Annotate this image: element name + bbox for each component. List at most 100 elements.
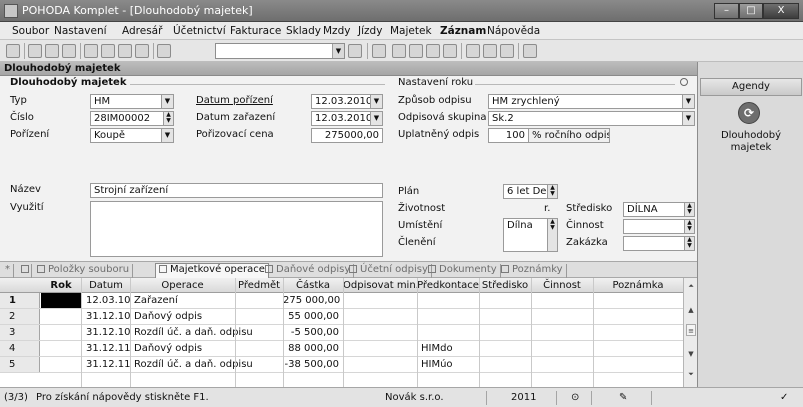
cell-datum[interactable]: 31.12.10: [86, 311, 131, 322]
chevron-down-icon[interactable]: ▼: [161, 95, 173, 108]
spinner-icon[interactable]: ▲ ▼: [163, 112, 173, 125]
printer-icon[interactable]: [28, 44, 42, 58]
asset-agenda-icon[interactable]: ⟳: [738, 102, 760, 124]
cell-datum[interactable]: 31.12.11: [86, 359, 131, 370]
tab-polozky-souboru[interactable]: Položky souboru: [34, 264, 134, 278]
settings-icon[interactable]: [680, 78, 688, 86]
agendy-title[interactable]: Agendy: [700, 78, 802, 96]
selected-cell[interactable]: [41, 293, 81, 308]
row-number[interactable]: 5: [0, 357, 40, 372]
chevron-down-icon[interactable]: ▼: [161, 129, 173, 142]
pen-icon[interactable]: ✎: [619, 392, 627, 403]
maximize-button[interactable]: □: [739, 3, 763, 19]
help-icon[interactable]: [523, 44, 537, 58]
menu-nastaveni[interactable]: Nastavení: [54, 25, 107, 37]
agendy-item-dlouhodoby-majetek[interactable]: Dlouhodobý majetek: [702, 130, 800, 154]
porizovaci-cena-field[interactable]: 275000,00: [311, 128, 383, 143]
search-icon[interactable]: [62, 44, 76, 58]
row-number[interactable]: 3: [0, 325, 40, 340]
check-icon[interactable]: ✓: [780, 392, 788, 403]
save-icon[interactable]: [118, 44, 132, 58]
col-cinnost[interactable]: Činnost: [531, 280, 593, 291]
col-poznamka[interactable]: Poznámka: [593, 280, 683, 291]
row-number[interactable]: 1: [0, 293, 40, 308]
copy-icon[interactable]: [157, 44, 171, 58]
cell-datum[interactable]: 31.12.10: [86, 327, 131, 338]
close-button[interactable]: X: [763, 3, 799, 19]
cell-castka[interactable]: -5 500,00: [283, 327, 339, 338]
col-datum[interactable]: Datum: [82, 280, 130, 291]
col-rok[interactable]: Rok: [41, 280, 81, 291]
datum-porizeni-field[interactable]: 12.03.2010 ▼: [311, 94, 383, 109]
plan-field[interactable]: 6 let Deg ▲ ▼: [503, 184, 558, 199]
chevron-down-icon[interactable]: ▼: [332, 44, 344, 58]
cell-datum[interactable]: 12.03.10: [86, 295, 131, 306]
cislo-field[interactable]: 28IM00002 ▲ ▼: [90, 111, 174, 126]
toolbar-combo[interactable]: ▼: [215, 43, 345, 59]
link-icon[interactable]: [372, 44, 386, 58]
spinner-icon[interactable]: ▲ ▼: [684, 220, 694, 233]
col-odpisovat-min[interactable]: Odpisovat min.: [343, 280, 419, 291]
tool-icon[interactable]: [392, 44, 406, 58]
menu-majetek[interactable]: Majetek: [390, 25, 432, 37]
preview-icon[interactable]: [45, 44, 59, 58]
chevron-down-icon[interactable]: ▼: [682, 112, 694, 125]
nazev-field[interactable]: Strojní zařízení: [90, 183, 383, 198]
scroll-bottom-icon[interactable]: ⏷: [686, 368, 696, 380]
table-icon[interactable]: [409, 44, 423, 58]
scroll-up-icon[interactable]: ▲: [686, 304, 696, 316]
menu-mzdy[interactable]: Mzdy: [323, 25, 350, 37]
window-icon[interactable]: [466, 44, 480, 58]
edit-icon[interactable]: [101, 44, 115, 58]
tab-star[interactable]: *: [2, 264, 14, 278]
chevron-down-icon[interactable]: ▼: [370, 95, 382, 108]
zakazka-field[interactable]: ▲ ▼: [623, 236, 695, 251]
cell-operace[interactable]: Zařazení: [134, 295, 178, 306]
zpusob-odpisu-select[interactable]: HM zrychlený ▼: [488, 94, 695, 109]
save-copy-icon[interactable]: [135, 44, 149, 58]
cell-castka[interactable]: 275 000,00: [283, 295, 340, 306]
col-predmet[interactable]: Předmět: [235, 280, 283, 291]
minimize-button[interactable]: –: [714, 3, 739, 19]
spinner-icon[interactable]: ▲ ▼: [684, 237, 694, 250]
scroll-top-icon[interactable]: ⏶: [686, 280, 696, 292]
col-operace[interactable]: Operace: [130, 280, 235, 291]
cell-operace[interactable]: Daňový odpis: [134, 343, 202, 354]
list-icon[interactable]: [483, 44, 497, 58]
scroll-thumb[interactable]: ≡: [686, 324, 696, 336]
umisteni-field[interactable]: Dílna ▲ ▼: [503, 218, 558, 252]
tab-dokumenty[interactable]: Dokumenty: [425, 264, 501, 278]
tab-ucetni-odpisy[interactable]: Účetní odpisy: [346, 264, 432, 278]
col-predkontace[interactable]: Předkontace: [417, 280, 479, 291]
typ-select[interactable]: HM ▼: [90, 94, 174, 109]
row-number[interactable]: 2: [0, 309, 40, 324]
datum-zarazeni-field[interactable]: 12.03.2010 ▼: [311, 111, 383, 126]
settings-icon[interactable]: ⊙: [571, 392, 579, 403]
filter-icon[interactable]: [348, 44, 362, 58]
uplatneny-odpis-field[interactable]: 100: [488, 128, 528, 143]
tab-poznamky[interactable]: Poznámky: [498, 264, 567, 278]
tab-majetkove-operace[interactable]: Majetkové operace: [155, 263, 269, 279]
tab-danove-odpisy[interactable]: Daňové odpisy: [262, 264, 355, 278]
porizeni-select[interactable]: Koupě ▼: [90, 128, 174, 143]
cell-castka[interactable]: 88 000,00: [283, 343, 339, 354]
spinner-icon[interactable]: ▲ ▼: [684, 203, 694, 216]
spinner-icon[interactable]: ▲ ▼: [547, 219, 557, 251]
scroll-down-icon[interactable]: ▼: [686, 348, 696, 360]
menu-fakturace[interactable]: Fakturace: [230, 25, 281, 37]
menu-soubor[interactable]: Soubor: [12, 25, 49, 37]
cell-castka[interactable]: 55 000,00: [283, 311, 339, 322]
cell-operace[interactable]: Daňový odpis: [134, 311, 202, 322]
menu-adresar[interactable]: Adresář: [122, 25, 162, 37]
cell-castka[interactable]: -38 500,00: [283, 359, 339, 370]
menu-zaznam[interactable]: Záznam: [440, 25, 486, 37]
col-stredisko[interactable]: Středisko: [479, 280, 531, 291]
report-icon[interactable]: [500, 44, 514, 58]
calculator-icon[interactable]: [426, 44, 440, 58]
vyuziti-field[interactable]: [90, 201, 383, 257]
vertical-scrollbar[interactable]: ⏶ ▲ ≡ ▼ ⏷: [683, 278, 697, 387]
menu-napoveda[interactable]: Nápověda: [487, 25, 540, 37]
people-icon[interactable]: [443, 44, 457, 58]
menu-ucetnictvi[interactable]: Účetnictví: [173, 25, 226, 37]
cinnost-field[interactable]: ▲ ▼: [623, 219, 695, 234]
